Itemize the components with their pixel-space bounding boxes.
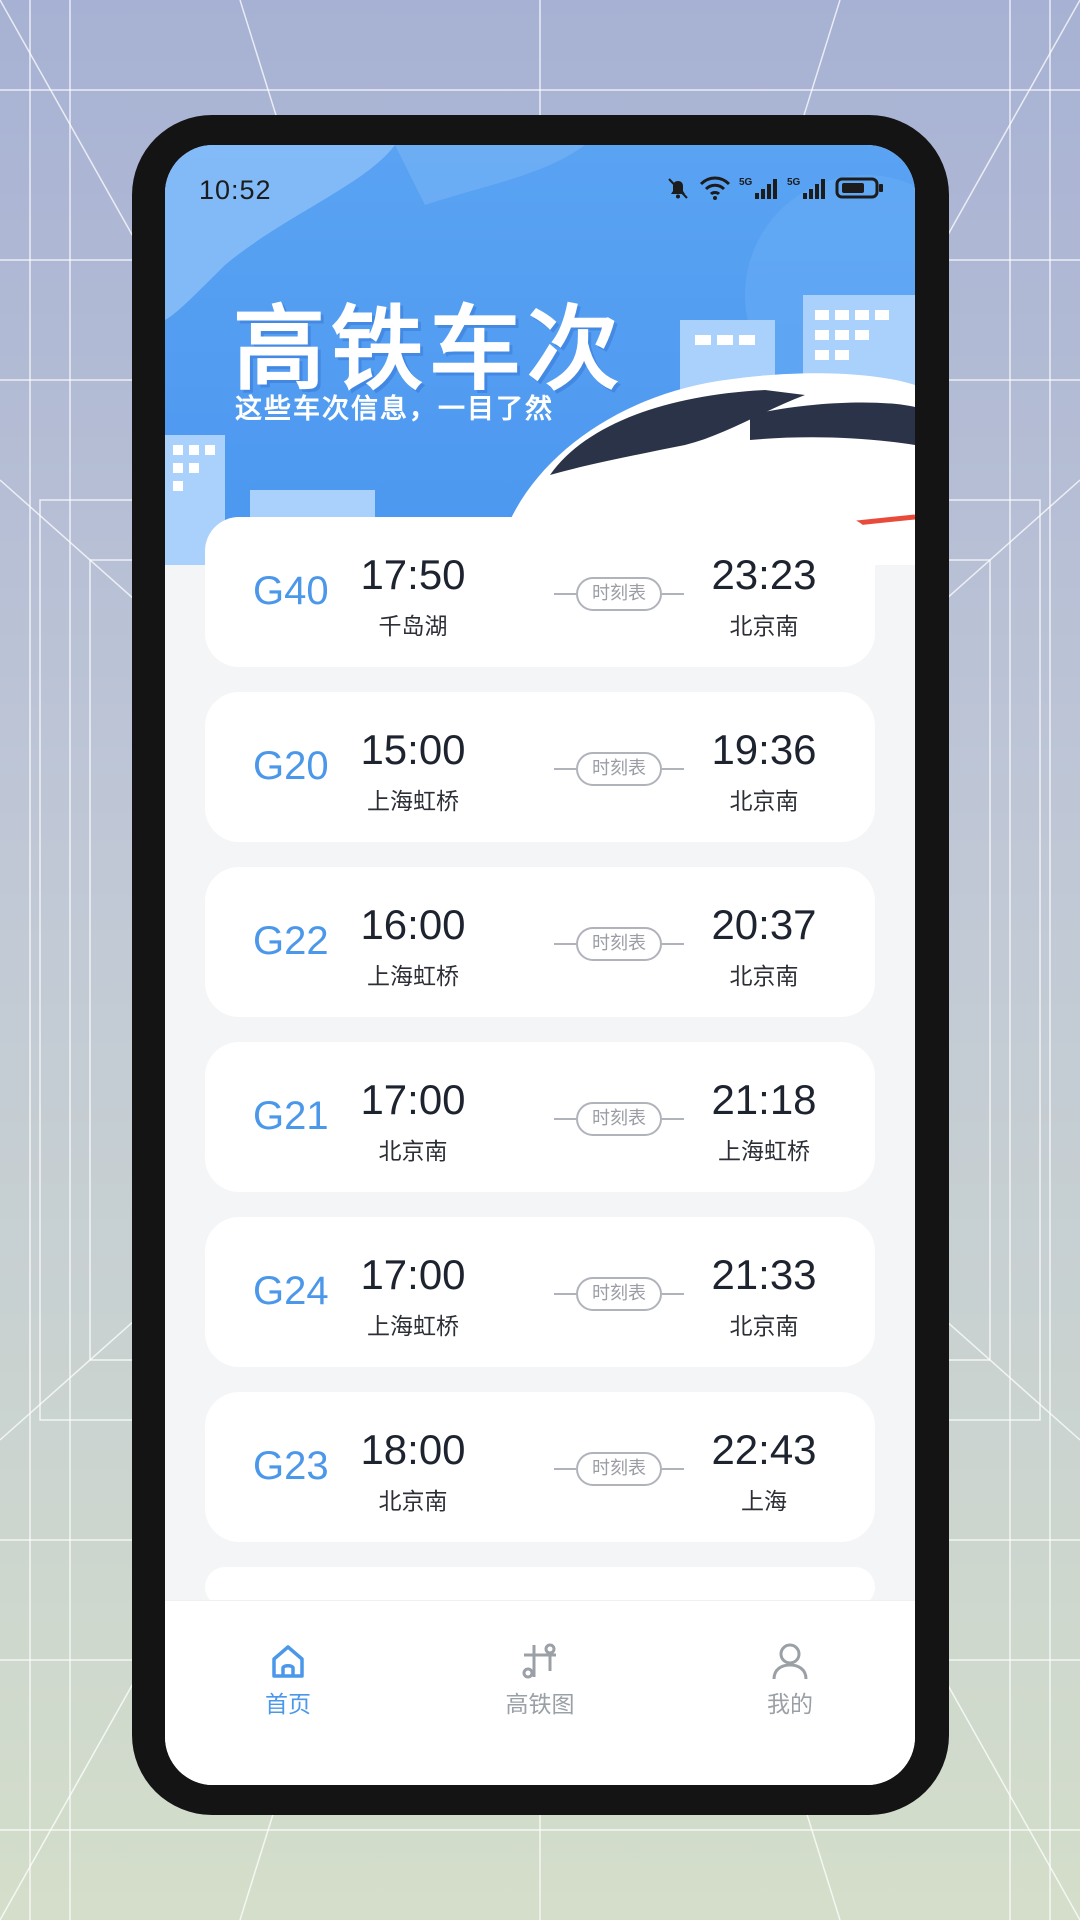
route-line bbox=[662, 943, 684, 945]
mute-bell-icon bbox=[668, 178, 688, 199]
timetable-label: 时刻表 bbox=[576, 752, 662, 786]
timetable-button[interactable]: 时刻表 bbox=[554, 927, 684, 961]
route-line bbox=[554, 1468, 576, 1470]
arrival-time: 21:18 bbox=[711, 1076, 817, 1123]
train-number: G24 bbox=[253, 1269, 329, 1313]
departure-station: 千岛湖 bbox=[378, 614, 448, 640]
train-number: G23 bbox=[253, 1444, 329, 1488]
home-icon bbox=[272, 1645, 304, 1678]
timetable-button[interactable]: 时刻表 bbox=[554, 1102, 684, 1136]
arrival-station: 北京南 bbox=[729, 1314, 799, 1340]
timetable-label: 时刻表 bbox=[576, 577, 662, 611]
train-number: G21 bbox=[253, 1094, 329, 1138]
departure-station: 北京南 bbox=[378, 1139, 448, 1165]
status-time: 10:52 bbox=[199, 175, 272, 205]
train-card[interactable]: G21 17:00 北京南 时刻表 21:18 上海虹桥 bbox=[205, 1042, 875, 1192]
app-screen: 10:52 5G 5G 高铁车次 这些车次信息，一目了然 G40 17:50 千… bbox=[165, 145, 915, 1785]
route-line bbox=[662, 1293, 684, 1295]
train-card[interactable]: G24 17:00 上海虹桥 时刻表 21:33 北京南 bbox=[205, 1217, 875, 1367]
wifi-icon bbox=[699, 176, 731, 200]
departure-station: 上海虹桥 bbox=[367, 1314, 459, 1340]
status-icons: 5G 5G bbox=[665, 175, 885, 201]
svg-text:5G: 5G bbox=[739, 177, 753, 188]
route-line bbox=[554, 943, 576, 945]
route-line bbox=[662, 1118, 684, 1120]
train-number: G20 bbox=[253, 744, 329, 788]
tab-home[interactable]: 首页 bbox=[218, 1641, 358, 1719]
svg-text:5G: 5G bbox=[787, 177, 801, 188]
status-bar: 10:52 5G 5G bbox=[165, 145, 915, 225]
tab-profile[interactable]: 我的 bbox=[720, 1641, 860, 1719]
hero-subtitle: 这些车次信息，一目了然 bbox=[235, 394, 554, 425]
timetable-label: 时刻表 bbox=[576, 1452, 662, 1486]
rail-map-icon bbox=[522, 1643, 556, 1679]
train-card[interactable]: G40 17:50 千岛湖 时刻表 23:23 北京南 bbox=[205, 517, 875, 667]
arrival-time: 23:23 bbox=[711, 551, 817, 598]
tab-home-label: 首页 bbox=[265, 1692, 311, 1718]
timetable-button[interactable]: 时刻表 bbox=[554, 1452, 684, 1486]
profile-icon bbox=[772, 1643, 808, 1680]
departure-station: 北京南 bbox=[378, 1489, 448, 1515]
departure-time: 17:00 bbox=[360, 1076, 466, 1123]
departure-time: 18:00 bbox=[360, 1426, 466, 1473]
arrival-station: 上海 bbox=[741, 1489, 787, 1515]
train-card[interactable]: G20 15:00 上海虹桥 时刻表 19:36 北京南 bbox=[205, 692, 875, 842]
departure-station: 上海虹桥 bbox=[367, 964, 459, 990]
5g-signal-icon: 5G bbox=[787, 177, 825, 199]
route-line bbox=[554, 1118, 576, 1120]
arrival-station: 北京南 bbox=[729, 614, 799, 640]
timetable-button[interactable]: 时刻表 bbox=[554, 752, 684, 786]
timetable-label: 时刻表 bbox=[576, 1277, 662, 1311]
arrival-time: 22:43 bbox=[711, 1426, 817, 1473]
5g-signal-icon: 5G bbox=[739, 177, 777, 199]
timetable-button[interactable]: 时刻表 bbox=[554, 1277, 684, 1311]
train-number: G40 bbox=[253, 569, 329, 613]
tab-rail-map[interactable]: 高铁图 bbox=[470, 1641, 610, 1719]
timetable-label: 时刻表 bbox=[576, 1102, 662, 1136]
arrival-station: 上海虹桥 bbox=[718, 1139, 810, 1165]
route-line bbox=[662, 1468, 684, 1470]
arrival-time: 20:37 bbox=[711, 901, 817, 948]
timetable-button[interactable]: 时刻表 bbox=[554, 577, 684, 611]
departure-station: 上海虹桥 bbox=[367, 789, 459, 815]
timetable-label: 时刻表 bbox=[576, 927, 662, 961]
departure-time: 16:00 bbox=[360, 901, 466, 948]
departure-time: 15:00 bbox=[360, 726, 466, 773]
departure-time: 17:50 bbox=[360, 551, 466, 598]
route-line bbox=[554, 593, 576, 595]
train-list: G40 17:50 千岛湖 时刻表 23:23 北京南 G20 15:00 上海… bbox=[205, 517, 875, 1607]
tab-profile-label: 我的 bbox=[767, 1692, 813, 1718]
arrival-station: 北京南 bbox=[729, 789, 799, 815]
train-card[interactable]: G22 16:00 上海虹桥 时刻表 20:37 北京南 bbox=[205, 867, 875, 1017]
route-line bbox=[554, 1293, 576, 1295]
train-card[interactable]: G23 18:00 北京南 时刻表 22:43 上海 bbox=[205, 1392, 875, 1542]
route-line bbox=[662, 768, 684, 770]
train-number: G22 bbox=[253, 919, 329, 963]
battery-icon bbox=[835, 177, 883, 199]
bottom-tab-bar: 首页 高铁图 我的 bbox=[165, 1600, 915, 1785]
route-line bbox=[554, 768, 576, 770]
arrival-time: 21:33 bbox=[711, 1251, 817, 1298]
arrival-time: 19:36 bbox=[711, 726, 817, 773]
route-line bbox=[662, 593, 684, 595]
tab-rail-map-label: 高铁图 bbox=[505, 1692, 575, 1718]
departure-time: 17:00 bbox=[360, 1251, 466, 1298]
arrival-station: 北京南 bbox=[729, 964, 799, 990]
